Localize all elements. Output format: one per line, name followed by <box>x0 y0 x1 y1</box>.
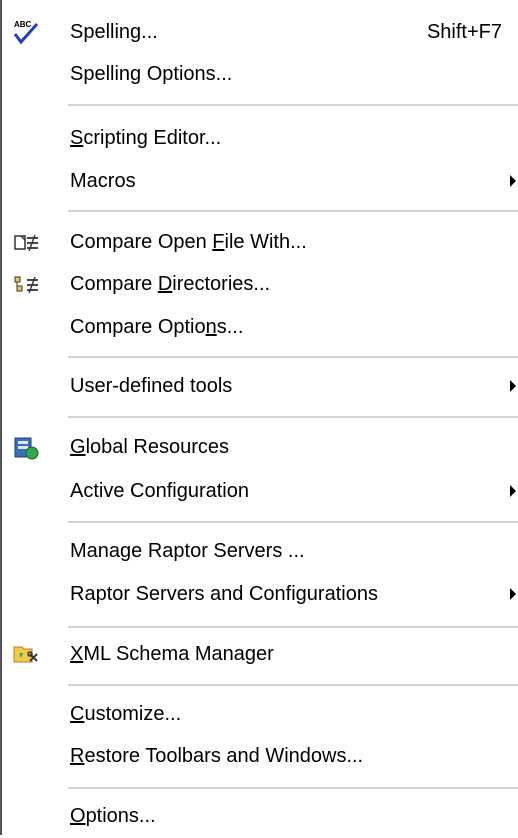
menu-separator <box>68 356 518 358</box>
menu-separator <box>68 626 518 628</box>
menu-item-restore-toolbars[interactable]: Restore Toolbars and Windows... <box>4 734 518 778</box>
manage-raptor-servers-label: Manage Raptor Servers ... <box>70 540 305 562</box>
menu-item-active-configuration[interactable]: Active Configuration <box>4 469 518 513</box>
macros-label: Macros <box>70 170 136 192</box>
menu-item-manage-raptor-servers[interactable]: Manage Raptor Servers ... <box>4 529 518 573</box>
menu-item-global-resources[interactable]: Global Resources <box>4 425 518 469</box>
xml-schema-manager-label: XML Schema Manager <box>70 643 274 665</box>
raptor-servers-configurations-label: Raptor Servers and Configurations <box>70 583 378 605</box>
menu-separator <box>68 684 518 686</box>
active-configuration-label: Active Configuration <box>70 480 249 502</box>
spell-check-icon: ABC <box>13 20 39 45</box>
menu-item-compare-directories[interactable]: Compare Directories... <box>4 262 518 306</box>
menu-item-spelling[interactable]: ABC Spelling... Shift+F7 <box>4 10 518 54</box>
menu-separator <box>68 521 518 523</box>
menu-item-compare-open-file[interactable]: Compare Open File With... <box>4 220 518 264</box>
menu-item-raptor-servers-configurations[interactable]: Raptor Servers and Configurations <box>4 572 518 616</box>
global-resources-label: Global Resources <box>70 436 229 458</box>
xml-schema-manager-icon <box>13 646 38 663</box>
menu-separator <box>68 416 518 418</box>
spelling-options-label: Spelling Options... <box>70 63 233 85</box>
menu-separator <box>68 104 518 106</box>
submenu-arrow-icon <box>510 485 516 497</box>
menu-item-customize[interactable]: Customize... <box>4 692 518 736</box>
submenu-arrow-icon <box>510 380 516 392</box>
tools-menu: ABC Spelling... Shift+F7 Spelling Option… <box>0 0 518 835</box>
submenu-arrow-icon <box>510 588 516 600</box>
menu-item-macros[interactable]: Macros <box>4 159 518 203</box>
menu-separator <box>68 787 518 789</box>
compare-file-icon <box>14 234 38 252</box>
menu-item-scripting-editor[interactable]: Scripting Editor... <box>4 116 518 160</box>
spelling-label: Spelling... <box>70 21 158 43</box>
spelling-shortcut: Shift+F7 <box>426 21 502 43</box>
menu-item-xml-schema-manager[interactable]: XML Schema Manager <box>4 632 518 676</box>
menu-separator <box>68 210 518 212</box>
compare-options-label: Compare Options... <box>70 316 244 338</box>
compare-open-file-label: Compare Open File With... <box>70 231 307 253</box>
menu-item-spelling-options[interactable]: Spelling Options... <box>4 52 518 96</box>
svg-text:ABC: ABC <box>14 20 32 29</box>
menu-item-compare-options[interactable]: Compare Options... <box>4 305 518 349</box>
scripting-editor-label: Scripting Editor... <box>70 127 222 149</box>
menu-item-options[interactable]: Options... <box>4 794 518 838</box>
compare-directories-label: Compare Directories... <box>70 273 271 295</box>
options-label: Options... <box>70 805 156 827</box>
menu-item-user-defined-tools[interactable]: User-defined tools <box>4 364 518 408</box>
submenu-arrow-icon <box>510 175 516 187</box>
compare-directories-icon <box>14 276 38 294</box>
restore-toolbars-label: Restore Toolbars and Windows... <box>70 745 364 767</box>
user-defined-tools-label: User-defined tools <box>70 375 233 397</box>
global-resources-icon <box>14 437 39 460</box>
customize-label: Customize... <box>70 703 182 725</box>
